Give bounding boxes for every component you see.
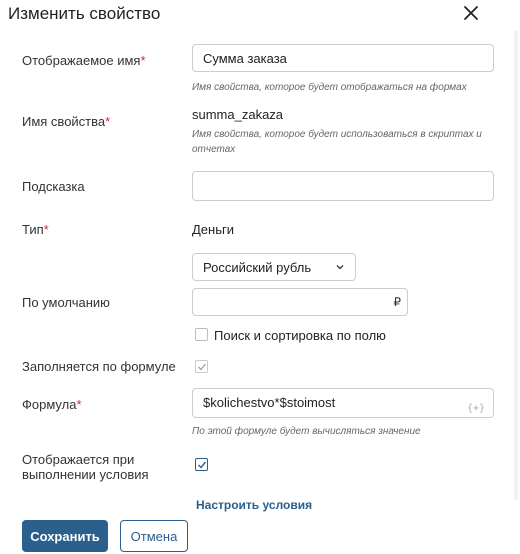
filled-by-formula-label: Заполняется по формуле [22,359,176,374]
formula-label: Формула* [22,397,82,412]
type-label: Тип* [22,222,49,237]
check-icon [198,363,207,371]
formula-value: $kolichestvo*$stoimost [203,395,336,410]
search-sort-checkbox[interactable] [195,328,208,341]
formula-insert-icon[interactable]: {+} [467,395,485,423]
formula-hint: По этой формуле будет вычисляться значен… [192,426,421,437]
property-name-value: summa_zakaza [192,107,284,122]
dialog-title: Изменить свойство [8,4,161,23]
configure-conditions-link[interactable]: Настроить условия [196,498,312,512]
search-sort-label: Поиск и сортировка по полю [214,328,386,343]
check-icon [198,461,207,469]
tooltip-input[interactable] [192,171,494,201]
conditional-display-label: Отображается при выполнении условия [22,452,149,482]
property-name-label: Имя свойства* [22,114,111,129]
default-value-input[interactable]: ₽ [192,288,408,316]
currency-select-value: Российский рубль [203,259,312,275]
chevron-down-icon [336,265,344,270]
default-value-label: По умолчанию [22,295,110,310]
formula-input[interactable]: $kolichestvo*$stoimost {+} [192,388,494,418]
display-name-label: Отображаемое имя* [22,53,146,68]
close-icon[interactable] [460,2,482,24]
display-name-input[interactable] [192,44,494,72]
currency-select[interactable]: Российский рубль [192,253,356,281]
ruble-icon: ₽ [393,295,401,309]
cancel-button[interactable]: Отмена [120,520,188,552]
conditional-display-checkbox[interactable] [195,458,208,471]
filled-by-formula-checkbox[interactable] [195,360,208,373]
save-button[interactable]: Сохранить [22,520,108,552]
tooltip-label: Подсказка [22,179,85,194]
display-name-hint: Имя свойства, которое будет отображаться… [192,82,467,93]
property-name-hint: Имя свойства, которое будет использовать… [192,129,482,155]
type-value: Деньги [192,222,234,237]
scrollbar[interactable] [514,30,518,500]
edit-property-dialog: Изменить свойство Отображаемое имя* Имя … [0,0,520,554]
